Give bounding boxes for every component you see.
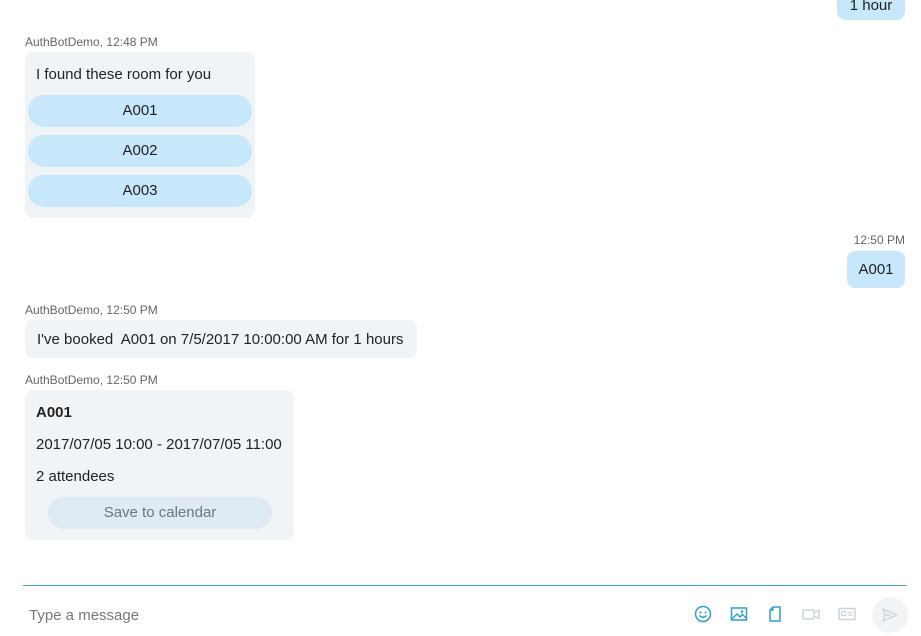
room-button-a002[interactable]: A002: [28, 135, 252, 167]
sender-name: AuthBotDemo: [25, 373, 100, 387]
composer-divider: [23, 585, 907, 586]
card-icon[interactable]: [837, 604, 857, 624]
user-message-text: A001: [858, 261, 894, 278]
booking-card: A001 2017/07/05 10:00 - 2017/07/05 11:00…: [25, 390, 294, 540]
booking-time-range: 2017/07/05 10:00 - 2017/07/05 11:00: [36, 436, 282, 453]
room-button-a003[interactable]: A003: [28, 175, 252, 207]
message-time: 12:48 PM: [106, 35, 158, 49]
message-meta: AuthBotDemo, 12:48 PM: [25, 35, 158, 49]
sender-name: AuthBotDemo: [25, 303, 100, 317]
message-meta: AuthBotDemo, 12:50 PM: [25, 373, 158, 387]
user-message-bubble: A001: [847, 251, 905, 288]
save-to-calendar-button[interactable]: Save to calendar: [48, 497, 272, 529]
message-meta: AuthBotDemo, 12:50 PM: [25, 303, 158, 317]
user-message-bubble: 1 hour: [837, 0, 905, 20]
rooms-card: I found these room for you A001 A002 A00…: [25, 52, 255, 218]
image-icon[interactable]: [729, 604, 749, 624]
bot-message-text: I found these room for you: [36, 66, 212, 83]
bot-message-text: I've booked A001 on 7/5/2017 10:00:00 AM…: [37, 331, 404, 348]
message-time: 12:50 PM: [106, 303, 158, 317]
bot-message-bubble: I've booked A001 on 7/5/2017 10:00:00 AM…: [25, 320, 417, 358]
user-message-text: 1 hour: [849, 0, 893, 14]
sender-name: AuthBotDemo: [25, 35, 100, 49]
send-button[interactable]: [872, 597, 908, 633]
emoji-icon[interactable]: [693, 604, 713, 624]
booking-card-title: A001: [36, 404, 72, 421]
message-time: 12:50 PM: [853, 233, 905, 247]
message-input[interactable]: [23, 598, 623, 632]
room-button-a001[interactable]: A001: [28, 95, 252, 127]
video-icon[interactable]: [801, 604, 821, 624]
message-time: 12:50 PM: [106, 373, 158, 387]
booking-attendees: 2 attendees: [36, 468, 115, 485]
file-icon[interactable]: [765, 604, 785, 624]
send-icon: [882, 608, 898, 622]
